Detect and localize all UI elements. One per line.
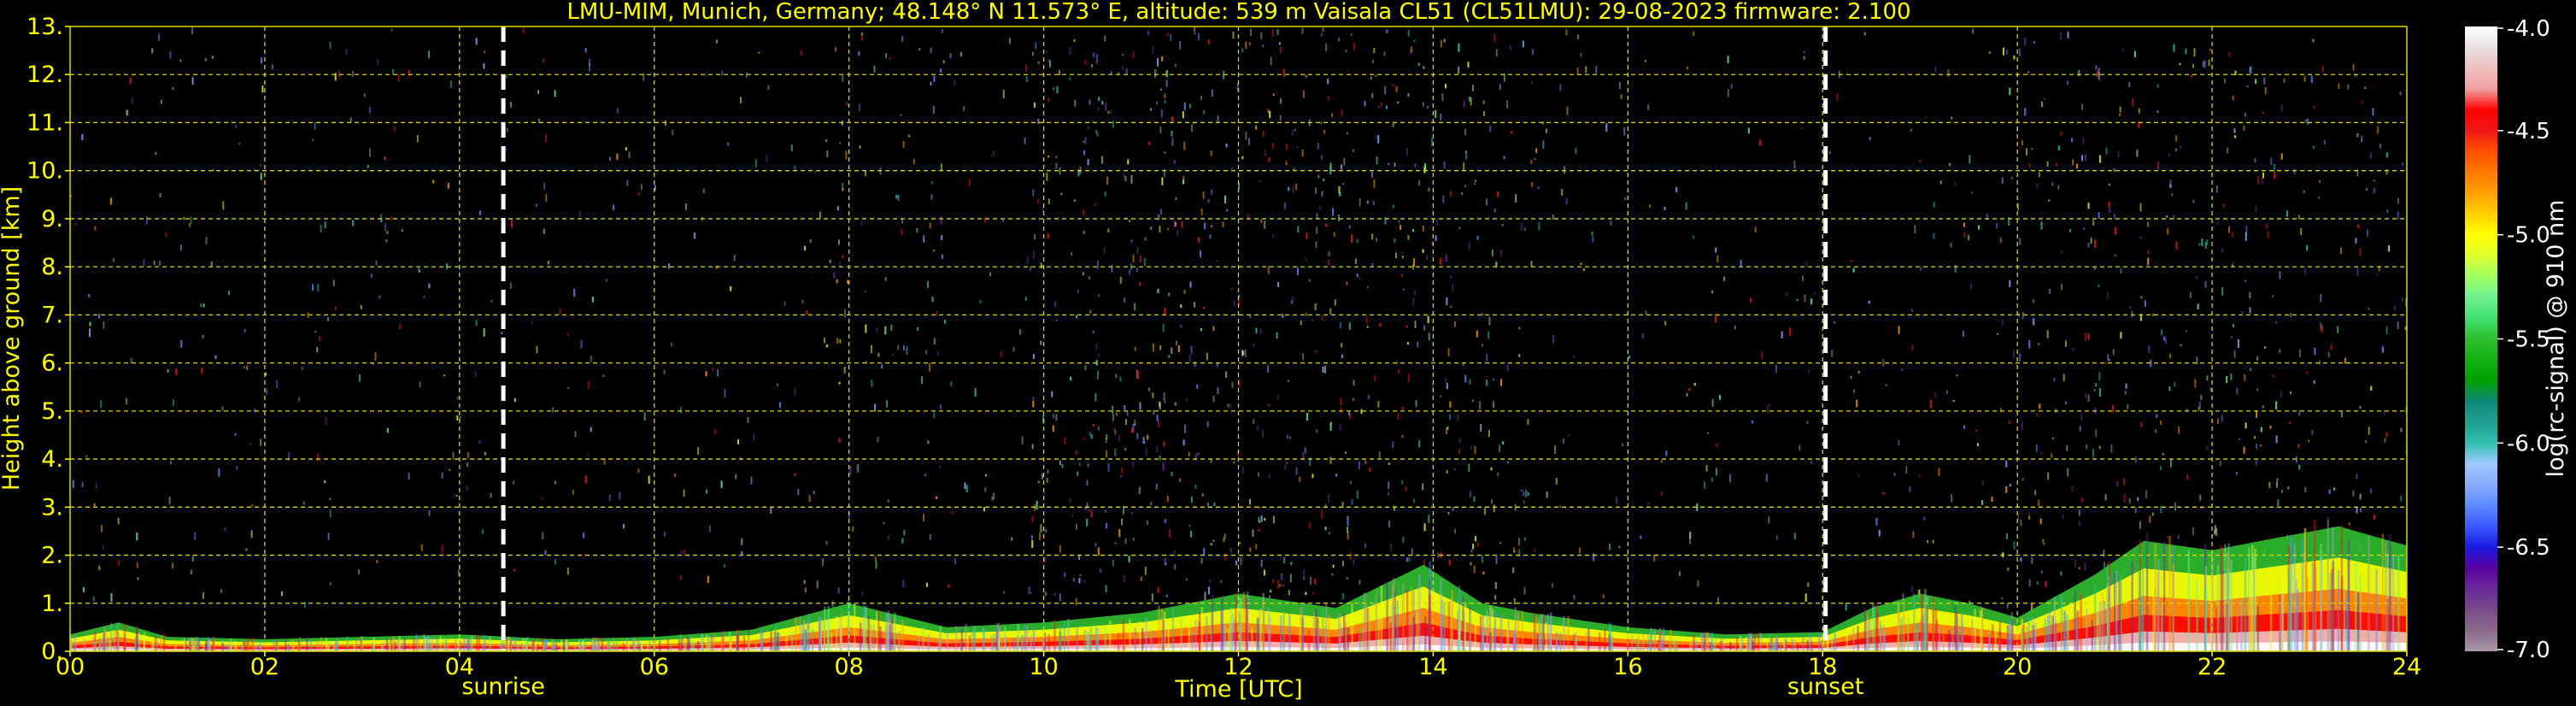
colorbar-tick-label: -6.5 bbox=[2507, 535, 2550, 561]
x-tick-label: 16 bbox=[1613, 654, 1642, 680]
chart-title: LMU-MIM, Munich, Germany; 48.148° N 11.5… bbox=[566, 0, 1910, 25]
colorbar-label: log(rc-signal) @ 910 nm bbox=[2543, 200, 2569, 478]
x-tick-label: 06 bbox=[640, 654, 669, 680]
y-tick-label: 9. bbox=[41, 206, 63, 232]
y-axis: 0. 1. 2. 3. 4. 5. 6. 7. 8. 9. 10. 11. 12. 13. bbox=[26, 14, 70, 665]
y-tick-label: 1. bbox=[41, 591, 63, 617]
y-tick-label: 11. bbox=[26, 109, 63, 136]
y-tick-label: 3. bbox=[41, 494, 63, 521]
y-tick-label: 7. bbox=[41, 302, 63, 328]
colorbar-gradient bbox=[2465, 26, 2497, 651]
y-tick-label: 6. bbox=[41, 350, 63, 377]
y-tick-label: 2. bbox=[41, 543, 63, 569]
y-tick-label: 12. bbox=[26, 62, 63, 88]
y-tick-label: 10. bbox=[26, 158, 63, 185]
x-axis-label: Time [UTC] bbox=[1174, 676, 1302, 703]
x-tick-label: 22 bbox=[2198, 654, 2227, 680]
x-tick-label: 10 bbox=[1029, 654, 1058, 680]
x-tick-label: 24 bbox=[2392, 654, 2421, 680]
x-tick-label: 20 bbox=[2003, 654, 2032, 680]
colorbar-tick-label: -4.0 bbox=[2507, 16, 2550, 42]
y-tick-label: 4. bbox=[41, 446, 63, 473]
x-tick-label: 14 bbox=[1418, 654, 1447, 680]
colorbar-tick-label: -7.0 bbox=[2507, 638, 2550, 663]
y-axis-label: Height above ground [km] bbox=[0, 186, 25, 491]
ceilometer-figure: LMU-MIM, Munich, Germany; 48.148° N 11.5… bbox=[0, 0, 2569, 703]
colorbar: -4.0-4.5-5.0-5.5-6.0-6.5-7.0 log(rc-sign… bbox=[2465, 16, 2569, 663]
x-tick-label: 02 bbox=[250, 654, 279, 680]
x-tick-label: 08 bbox=[834, 654, 863, 680]
x-tick-label: 04 bbox=[445, 654, 474, 680]
plot-area bbox=[69, 26, 2408, 652]
y-tick-label: 8. bbox=[41, 254, 63, 280]
x-tick-label: 18 bbox=[1808, 654, 1837, 680]
y-tick-label: 5. bbox=[41, 398, 63, 425]
y-tick-label: 13. bbox=[26, 14, 63, 40]
colorbar-tick-label: -4.5 bbox=[2507, 119, 2550, 144]
y-tick-label: 0. bbox=[41, 638, 63, 665]
